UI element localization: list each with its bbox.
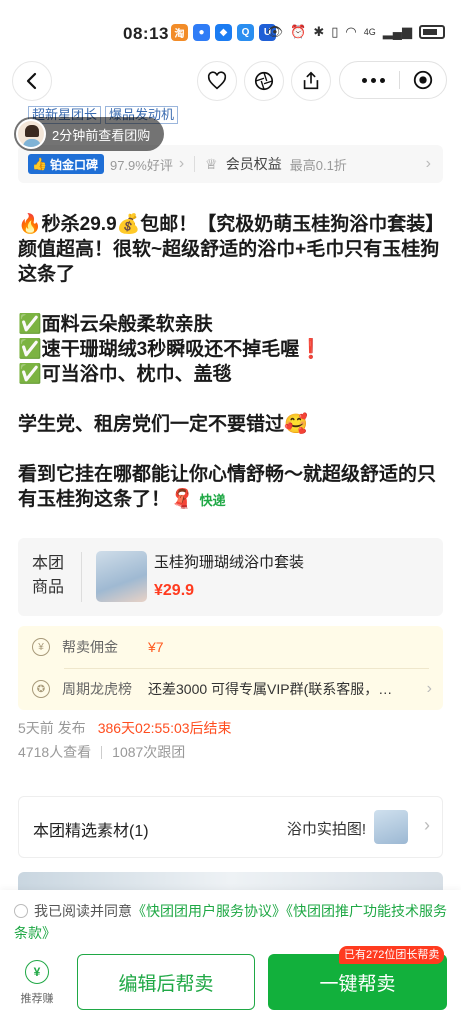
countdown: 386天02:55:03后结束 — [97, 720, 232, 736]
app-notification-icon: 淘 — [171, 24, 188, 41]
good-rate: 97.9%好评 — [109, 157, 173, 173]
desc-line: 学生党、租房党们一定不要错过🥰 — [18, 414, 308, 435]
medal-icon: ✪ — [32, 680, 50, 698]
commission-row: ¥ 帮卖佣金 ¥7 — [32, 637, 164, 657]
bottom-action-bar: 我已阅读并同意《快团团用户服务协议》《快团团推广功能技术服务条款》 ¥ 推荐赚 … — [0, 890, 461, 1024]
desc-point: ✅速干珊瑚绒3秒瞬吸还不掉毛喔❗ — [18, 339, 323, 360]
chevron-right-icon: › — [424, 815, 430, 835]
divider — [81, 552, 82, 602]
viewer-toast-text: 2分钟前查看团购 — [52, 127, 151, 143]
chevron-right-icon: › — [178, 155, 185, 172]
aperture-button[interactable] — [244, 61, 284, 101]
desc-line: 颜值超高！很软~超级舒适的浴巾+毛巾只有玉桂狗这条了 — [18, 239, 440, 285]
sellers-count-badge: 已有272位团长帮卖 — [339, 946, 445, 964]
commission-card: ¥ 帮卖佣金 ¥7 ✪ 周期龙虎榜 还差3000 可得专属VIP群(联系客服，…… — [18, 626, 443, 710]
member-benefits-sub: 最高0.1折 — [289, 157, 347, 173]
nav-bar — [0, 60, 461, 104]
app-notification-icon: ◆ — [215, 24, 232, 41]
status-bar: 08:13 淘 ● ◆ Q U 👁 ⏰ ✱ ▯ ◠ 4G ▂▄▆ — [0, 0, 461, 64]
app-notification-icon: Q — [237, 24, 254, 41]
member-benefits-label: 会员权益 — [225, 156, 282, 172]
desc-line: 看到它挂在哪都能让你心情舒畅～就超级舒适的只有玉桂狗这条了！🧣 快递 — [18, 462, 446, 513]
back-button[interactable] — [12, 61, 52, 101]
stats-meta: 4718人查看 1087次跟团 — [18, 742, 185, 762]
product-card[interactable]: 本团商品 玉桂狗珊瑚绒浴巾套装 ¥29.9 — [18, 538, 443, 616]
yen-icon: ¥ — [25, 960, 49, 984]
system-status-icons: 👁 ⏰ ✱ ▯ ◠ 4G ▂▄▆ — [267, 24, 445, 40]
product-title: 玉桂狗珊瑚绒浴巾套装 — [154, 554, 305, 571]
product-description: 🔥秒杀29.9💰包邮！【究极奶萌玉桂狗浴巾套装】 颜值超高！很软~超级舒适的浴巾… — [18, 212, 446, 513]
recommend-earn-button[interactable]: ¥ 推荐赚 — [8, 960, 66, 1006]
desc-line: 🔥秒杀29.9💰包邮！【究极奶萌玉桂狗浴巾套装】 — [18, 214, 445, 235]
chevron-right-icon: › — [426, 680, 432, 697]
app-notification-icon: ● — [193, 24, 210, 41]
materials-title: 本团精选素材(1) — [33, 823, 149, 840]
share-button[interactable] — [291, 61, 331, 101]
join-count: 1087次跟团 — [112, 744, 186, 760]
more-dots-icon[interactable] — [340, 77, 385, 83]
material-image-preview — [18, 872, 443, 892]
favorite-button[interactable] — [197, 61, 237, 101]
status-time: 08:13 — [123, 24, 169, 43]
bluetooth-icon: ✱ — [313, 24, 325, 39]
leaderboard-value: 还差3000 可得专属VIP群(联系客服，… — [148, 681, 393, 697]
avatar — [16, 119, 46, 149]
agreement-row: 我已阅读并同意《快团团用户服务协议》《快团团推广功能技术服务条款》 — [14, 900, 454, 944]
product-thumbnail — [96, 551, 147, 602]
product-price: ¥29.9 — [154, 582, 195, 599]
battery-icon — [419, 25, 445, 39]
platinum-badge-label: 铂金口碑 — [49, 157, 98, 172]
divider — [101, 745, 103, 759]
leaderboard-label: 周期龙虎榜 — [62, 681, 132, 697]
view-count: 4718人查看 — [18, 744, 92, 760]
chevron-right-icon: › — [425, 155, 431, 172]
thumbs-up-icon: 👍 — [32, 157, 47, 171]
material-thumbnail — [374, 810, 408, 844]
desc-point: ✅可当浴巾、枕巾、盖毯 — [18, 364, 232, 385]
vibrate-icon: ▯ — [331, 24, 339, 39]
agree-prefix: 我已阅读并同意 — [34, 903, 132, 919]
wifi-icon: ◠ — [345, 24, 357, 39]
divider — [194, 156, 196, 172]
post-meta: 5天前 发布 386天02:55:03后结束 — [18, 718, 232, 738]
desc-line-text: 看到它挂在哪都能让你心情舒畅～就超级舒适的只有玉桂狗这条了！🧣 — [18, 464, 437, 510]
desc-point: ✅面料云朵般柔软亲肤 — [18, 314, 213, 335]
divider — [64, 668, 429, 669]
recommend-earn-label: 推荐赚 — [20, 993, 54, 1005]
heart-icon — [207, 71, 227, 90]
yen-icon: ¥ — [32, 638, 50, 656]
aperture-icon — [254, 71, 274, 91]
network-type: 4G — [363, 27, 376, 37]
user-agreement-link[interactable]: 《快团团用户服务协议》 — [132, 903, 286, 919]
platinum-badge: 👍 铂金口碑 — [28, 154, 104, 174]
viewer-toast: 2分钟前查看团购 — [14, 117, 165, 151]
miniapp-capsule — [339, 61, 447, 99]
express-tag: 快递 — [199, 493, 226, 508]
target-icon[interactable] — [412, 69, 434, 91]
materials-card[interactable]: 本团精选素材(1) 浴巾实拍图! › — [18, 796, 443, 858]
alarm-icon: ⏰ — [290, 24, 307, 39]
signal-icon: ▂▄▆ — [382, 24, 412, 39]
posted-time: 5天前 发布 — [18, 720, 86, 736]
share-icon — [303, 71, 319, 90]
eye-icon: 👁 — [266, 24, 284, 39]
chevron-left-icon — [26, 72, 37, 90]
edit-then-sell-button[interactable]: 编辑后帮卖 — [77, 954, 255, 1010]
crown-icon: ♕ — [205, 155, 218, 172]
commission-value: ¥7 — [148, 639, 164, 655]
materials-subtitle: 浴巾实拍图! — [286, 821, 366, 838]
agree-radio[interactable] — [14, 904, 28, 918]
product-card-label: 本团商品 — [32, 555, 65, 596]
commission-label: 帮卖佣金 — [62, 639, 118, 655]
leaderboard-row[interactable]: ✪ 周期龙虎榜 还差3000 可得专属VIP群(联系客服，… › — [32, 679, 432, 699]
notification-icons: 淘 ● ◆ Q U — [171, 24, 276, 41]
